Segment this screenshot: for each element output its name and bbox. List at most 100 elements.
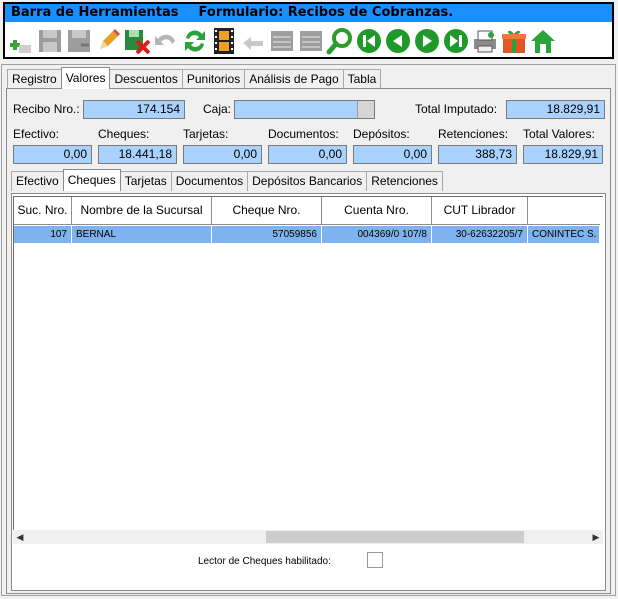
list-icon [270, 31, 293, 51]
previous-button[interactable] [383, 26, 412, 56]
return-icon [242, 37, 263, 50]
home-icon [530, 30, 555, 53]
tarjetas-field[interactable]: 0,00 [183, 145, 262, 164]
tab-descuentos[interactable]: Descuentos [109, 69, 183, 89]
caja-dropdown-button[interactable] [357, 101, 374, 118]
gift-icon [501, 30, 526, 53]
toolbar-window: Barra de Herramientas Formulario: Recibos… [3, 2, 614, 59]
efectivo-label: Efectivo: [13, 127, 60, 141]
total-valores-label: Total Valores: [523, 127, 595, 141]
last-button[interactable] [441, 26, 470, 56]
print-button[interactable] [470, 26, 499, 56]
tab-tabla[interactable]: Tabla [342, 69, 382, 89]
cell-nombre-sucursal: BERNAL [72, 226, 212, 243]
valores-subtabs: Efectivo Cheques Tarjetas Documentos Dep… [11, 169, 443, 191]
column-header-cuenta-nro[interactable]: Cuenta Nro. [322, 197, 432, 225]
pencil-icon [99, 29, 120, 49]
caja-label: Caja: [203, 102, 232, 116]
form-title: Formulario: Recibos de Cobranzas. [198, 5, 454, 20]
delete-icon [124, 30, 150, 55]
tab-registro[interactable]: Registro [7, 69, 62, 89]
search-icon [326, 28, 352, 55]
table-row[interactable]: 107 BERNAL 57059856 004369/0 107/8 30-62… [14, 226, 600, 243]
horizontal-scrollbar[interactable]: ◀ ▶ [13, 530, 603, 544]
cell-cheque-nro: 57059856 [212, 226, 322, 243]
tab-retenciones[interactable]: Retenciones [366, 171, 443, 191]
scrollbar-thumb[interactable] [266, 531, 524, 543]
recibo-label: Recibo Nro.: [13, 102, 80, 116]
save-as-icon [67, 30, 90, 52]
next-record-icon [414, 29, 439, 53]
back-button[interactable] [238, 26, 267, 56]
column-header-nombre-sucursal[interactable]: Nombre de la Sucursal [72, 197, 212, 225]
cell-librador-nombre: CONINTEC S. [528, 226, 600, 243]
refresh-button[interactable] [180, 26, 209, 56]
tab-punitorios[interactable]: Punitorios [181, 69, 246, 89]
scroll-right-icon[interactable]: ▶ [589, 530, 603, 544]
delete-button[interactable] [122, 26, 151, 56]
valores-tab-content: Recibo Nro.: 174.154 Caja: Total Imputad… [6, 88, 611, 594]
previous-record-icon [385, 29, 410, 53]
cell-cuenta-nro: 004369/0 107/8 [322, 226, 432, 243]
lector-cheques-checkbox[interactable] [367, 552, 383, 568]
tab-cheques[interactable]: Cheques [62, 169, 121, 191]
grid-button[interactable] [296, 26, 325, 56]
depositos-field[interactable]: 0,00 [353, 145, 432, 164]
form-panel: Registro Valores Descuentos Punitorios A… [1, 64, 616, 596]
save-button[interactable] [35, 26, 64, 56]
edit-button[interactable] [93, 26, 122, 56]
tab-tarjetas[interactable]: Tarjetas [119, 171, 172, 191]
efectivo-field[interactable]: 0,00 [13, 145, 92, 164]
first-button[interactable] [354, 26, 383, 56]
undo-icon [154, 34, 175, 45]
film-icon [213, 28, 234, 54]
next-button[interactable] [412, 26, 441, 56]
toolbar-icons [5, 24, 612, 58]
depositos-label: Depósitos: [353, 127, 410, 141]
search-button[interactable] [325, 26, 354, 56]
documentos-field[interactable]: 0,00 [268, 145, 347, 164]
column-header-cheque-nro[interactable]: Cheque Nro. [212, 197, 322, 225]
undo-button[interactable] [151, 26, 180, 56]
new-icon [9, 40, 31, 53]
top-tabs: Registro Valores Descuentos Punitorios A… [7, 67, 382, 89]
save-as-button[interactable] [64, 26, 93, 56]
printer-icon [473, 30, 496, 53]
list-button[interactable] [267, 26, 296, 56]
toolbar-title-bar: Barra de Herramientas Formulario: Recibos… [5, 4, 612, 22]
column-header-suc-nro[interactable]: Suc. Nro. [14, 197, 72, 225]
new-button[interactable] [6, 26, 35, 56]
home-button[interactable] [528, 26, 557, 56]
caja-select[interactable] [234, 100, 375, 119]
tab-analisis-de-pago[interactable]: Análisis de Pago [244, 69, 344, 89]
lector-cheques-label: Lector de Cheques habilitado: [198, 556, 331, 567]
column-header-cut-librador[interactable]: CUT Librador [432, 197, 528, 225]
total-valores-field[interactable]: 18.829,91 [523, 145, 603, 164]
gift-button[interactable] [499, 26, 528, 56]
cheques-grid[interactable]: Suc. Nro. Nombre de la Sucursal Cheque N… [13, 196, 603, 542]
recibo-number-field[interactable]: 174.154 [83, 100, 185, 119]
retenciones-label: Retenciones: [438, 127, 509, 141]
tab-depositos-bancarios[interactable]: Depósitos Bancarios [247, 171, 368, 191]
cheques-label: Cheques: [98, 127, 150, 141]
toolbar-title: Barra de Herramientas [11, 5, 179, 20]
tab-valores[interactable]: Valores [60, 67, 111, 89]
total-imputado-field[interactable]: 18.829,91 [506, 100, 605, 119]
first-record-icon [356, 29, 381, 53]
tab-documentos[interactable]: Documentos [170, 171, 249, 191]
cheques-field[interactable]: 18.441,18 [98, 145, 177, 164]
total-imputado-label: Total Imputado: [415, 102, 498, 116]
refresh-icon [184, 30, 205, 52]
cell-cut-librador: 30-62632205/7 [432, 226, 528, 243]
scroll-left-icon[interactable]: ◀ [13, 530, 27, 544]
column-header-extra[interactable] [528, 197, 600, 225]
cell-suc-nro: 107 [14, 226, 72, 243]
tarjetas-label: Tarjetas: [183, 127, 229, 141]
film-button[interactable] [209, 26, 238, 56]
grid-header: Suc. Nro. Nombre de la Sucursal Cheque N… [14, 197, 600, 225]
last-record-icon [443, 29, 468, 53]
save-icon [38, 30, 61, 52]
retenciones-field[interactable]: 388,73 [438, 145, 517, 164]
documentos-label: Documentos: [268, 127, 339, 141]
tab-efectivo[interactable]: Efectivo [11, 171, 64, 191]
